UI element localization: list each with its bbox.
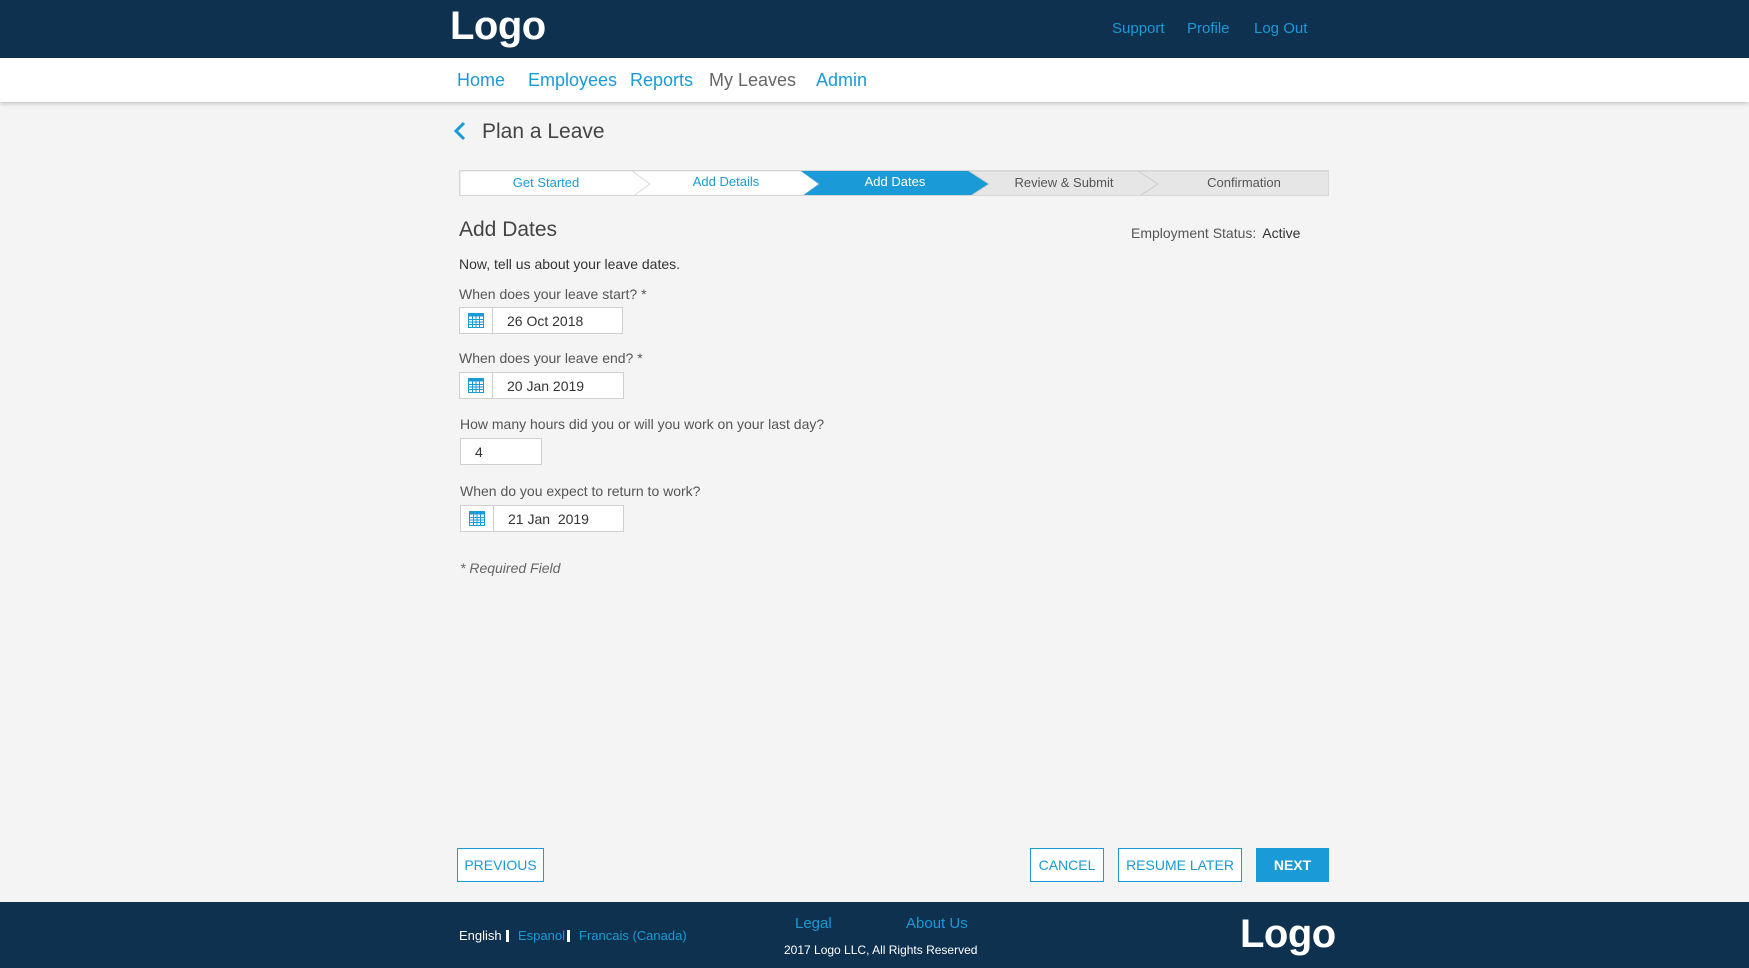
leave-start-field[interactable]: 26 Oct 2018 <box>459 307 623 334</box>
progress-stepper: Get Started Add Details Add Dates Review… <box>459 170 1329 196</box>
support-link[interactable]: Support <box>1112 20 1165 37</box>
language-francais[interactable]: Francais (Canada) <box>579 928 687 943</box>
intro-text: Now, tell us about your leave dates. <box>459 256 681 272</box>
step-get-started[interactable]: Get Started <box>460 175 632 190</box>
hours-last-day-input[interactable]: 4 <box>460 438 542 465</box>
calendar-icon <box>469 511 485 526</box>
step-add-details[interactable]: Add Details <box>650 174 802 189</box>
required-field-note: * Required Field <box>460 560 561 576</box>
resume-later-button[interactable]: RESUME LATER <box>1118 848 1242 882</box>
language-english: English <box>459 928 502 943</box>
section-title: Add Dates <box>459 218 558 241</box>
back-chevron-icon[interactable] <box>452 121 468 141</box>
step-add-dates: Add Dates <box>864 174 926 189</box>
return-date-calendar-button[interactable] <box>461 506 494 531</box>
leave-end-value[interactable]: 20 Jan 2019 <box>507 378 584 394</box>
calendar-icon <box>468 378 484 393</box>
footer: English Espanol Francais (Canada) Legal … <box>0 902 1749 968</box>
footer-logo: Logo <box>1240 912 1336 956</box>
previous-button[interactable]: PREVIOUS <box>457 848 544 882</box>
return-date-label: When do you expect to return to work? <box>460 483 701 499</box>
top-header: Logo Support Profile Log Out <box>0 0 1749 58</box>
return-date-value[interactable]: 21 Jan 2019 <box>508 511 589 527</box>
calendar-icon <box>468 313 484 328</box>
copyright-text: 2017 Logo LLC, All Rights Reserved <box>784 943 978 957</box>
footer-legal-link[interactable]: Legal <box>795 915 832 932</box>
step-confirmation: Confirmation <box>1207 175 1281 190</box>
header-logo[interactable]: Logo <box>450 4 546 49</box>
language-separator <box>506 930 509 942</box>
language-separator <box>567 930 570 942</box>
nav-my-leaves[interactable]: My Leaves <box>709 70 796 91</box>
leave-start-label: When does your leave start? * <box>459 286 647 302</box>
footer-about-link[interactable]: About Us <box>906 915 968 932</box>
employment-status-value: Active <box>1262 225 1301 241</box>
nav-employees[interactable]: Employees <box>528 70 617 91</box>
step-review-submit: Review & Submit <box>1014 175 1114 190</box>
nav-reports[interactable]: Reports <box>630 70 693 91</box>
main-nav: Home Employees Reports My Leaves Admin <box>0 58 1749 102</box>
logout-link[interactable]: Log Out <box>1254 20 1307 37</box>
nav-admin[interactable]: Admin <box>816 70 867 91</box>
leave-end-field[interactable]: 20 Jan 2019 <box>459 372 624 399</box>
page-title: Plan a Leave <box>482 120 605 143</box>
profile-link[interactable]: Profile <box>1187 20 1230 37</box>
leave-end-label: When does your leave end? * <box>459 350 643 366</box>
cancel-button[interactable]: CANCEL <box>1030 848 1104 882</box>
leave-start-value[interactable]: 26 Oct 2018 <box>507 313 583 329</box>
language-espanol[interactable]: Espanol <box>518 928 565 943</box>
next-button[interactable]: NEXT <box>1256 848 1329 882</box>
hours-last-day-label: How many hours did you or will you work … <box>460 416 825 432</box>
return-date-field[interactable]: 21 Jan 2019 <box>460 505 624 532</box>
leave-start-calendar-button[interactable] <box>460 308 493 333</box>
employment-status-label: Employment Status: <box>1131 225 1257 241</box>
employment-status: Employment Status: Active <box>1131 225 1300 241</box>
leave-end-calendar-button[interactable] <box>460 373 493 398</box>
nav-home[interactable]: Home <box>457 70 505 91</box>
